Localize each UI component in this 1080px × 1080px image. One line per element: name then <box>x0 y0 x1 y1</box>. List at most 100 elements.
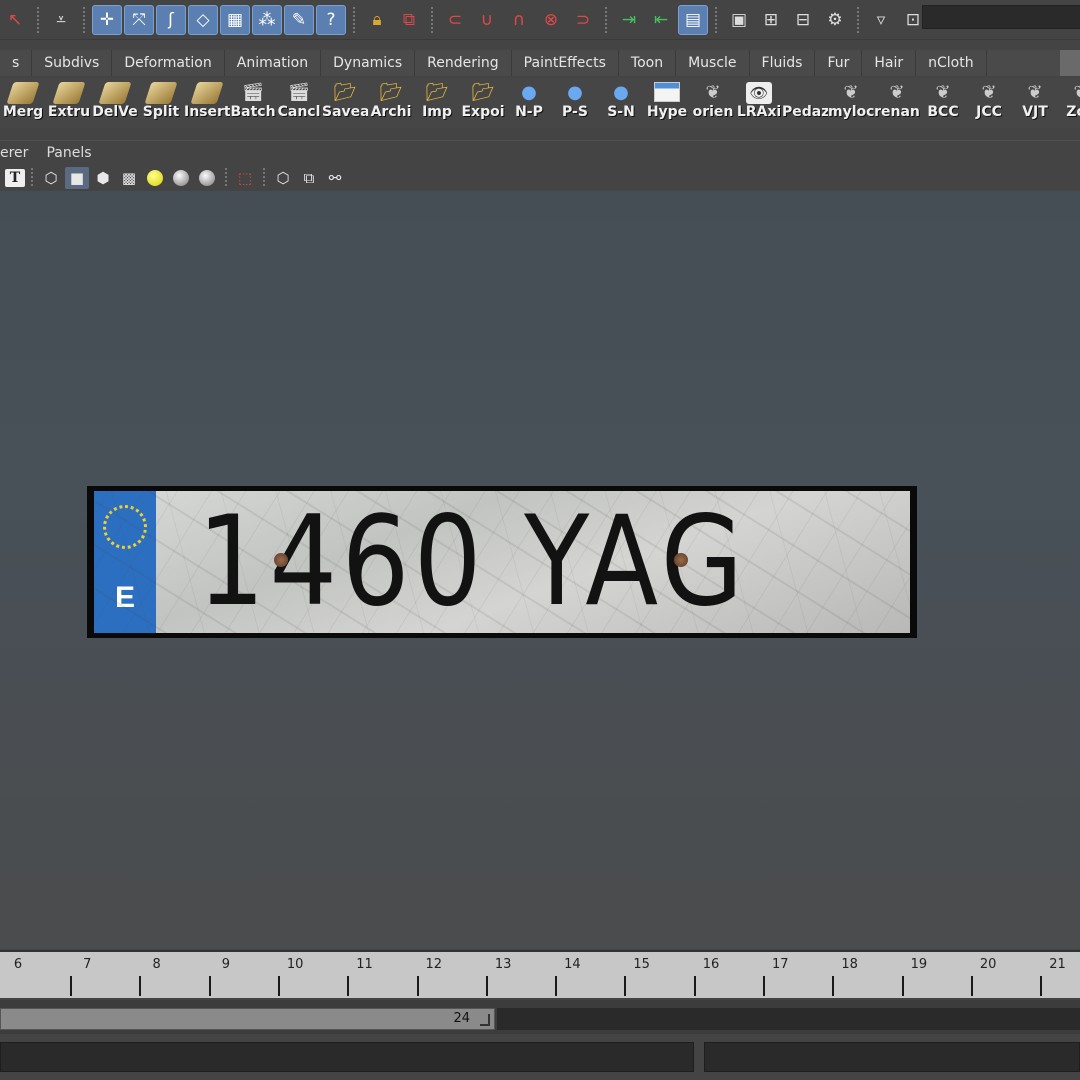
frame-label: 16 <box>702 957 720 972</box>
tab-dynamics[interactable]: Dynamics <box>321 50 416 76</box>
tab-s[interactable]: s <box>0 50 33 76</box>
shelf-button-bcc[interactable]: ❦ BCC <box>920 78 966 126</box>
snap-curve-icon[interactable]: ⤧ <box>124 4 154 35</box>
tab-fluids[interactable]: Fluids <box>750 50 816 76</box>
smooth-shade-icon[interactable]: ■ <box>65 167 89 189</box>
tab-subdivs[interactable]: Subdivs <box>32 50 113 76</box>
wireframe-cube-icon[interactable]: ⬡ <box>39 167 63 189</box>
shelf-button-hype[interactable]: Hype <box>644 78 690 126</box>
snap-surface-icon[interactable]: ◇ <box>188 4 218 35</box>
tab-animation[interactable]: Animation <box>225 50 322 76</box>
folder-icon: 📂︎ <box>425 82 449 103</box>
default-light-icon[interactable] <box>195 167 219 189</box>
shelf-button-label: Pedaz <box>782 104 828 120</box>
select-camera-icon[interactable]: ⬚ <box>233 167 257 189</box>
shelf-button-savea[interactable]: 📂︎ Savea <box>322 78 368 126</box>
tab-hair[interactable]: Hair <box>862 50 917 76</box>
shelf-tab-more[interactable] <box>1060 50 1080 76</box>
history-icon[interactable]: ⧉ <box>394 5 424 35</box>
time-slider[interactable]: 6 7 8 9 10 11 12 13 14 15 16 17 18 19 20 21 <box>0 950 1080 998</box>
shelf-button-jcc[interactable]: ❦ JCC <box>966 78 1012 126</box>
range-field[interactable] <box>497 1008 1080 1030</box>
shelf-button-p-s[interactable]: ● P-S <box>552 78 598 126</box>
magnet-icon[interactable]: ∩ <box>504 5 534 35</box>
collapse-icon[interactable]: ▿ <box>866 5 896 35</box>
tab-fur[interactable]: Fur <box>815 50 863 76</box>
ipr-render-icon[interactable]: ⊟ <box>788 5 818 35</box>
shelf-button-imp[interactable]: 📂︎ Imp <box>414 78 460 126</box>
shelf-button-n-p[interactable]: ● N-P <box>506 78 552 126</box>
shelf-button-myloc[interactable]: ❦ myloc <box>828 78 874 126</box>
blank-icon <box>792 82 818 104</box>
magnet-icon[interactable]: ∪ <box>472 5 502 35</box>
tab-painteffects[interactable]: PaintEffects <box>512 50 619 76</box>
frame-label: 14 <box>564 957 581 972</box>
tab-muscle[interactable]: Muscle <box>676 50 750 76</box>
render-view-icon[interactable]: ▣ <box>724 5 754 35</box>
shelf-button-renan[interactable]: ❦ renan <box>874 78 920 126</box>
range-track[interactable]: 24 <box>0 1008 495 1030</box>
divider <box>857 6 859 33</box>
folder-icon: 📂︎ <box>379 82 403 103</box>
shelf-button-merg[interactable]: Merg <box>0 78 46 126</box>
isolate-icon[interactable]: ⬡ <box>271 167 295 189</box>
range-handle[interactable] <box>480 1014 490 1026</box>
paint-select-icon[interactable]: ✎ <box>284 4 314 35</box>
shadow-icon[interactable] <box>169 167 193 189</box>
snap-point-icon[interactable]: ʃ <box>156 4 186 35</box>
snap-live-icon[interactable]: ⁂ <box>252 4 282 35</box>
shelf-button-insert[interactable]: Insert <box>184 78 230 126</box>
text-icon[interactable]: T <box>5 169 25 187</box>
snap-grid-icon[interactable]: ✛ <box>92 4 122 35</box>
texture-icon[interactable]: ▩ <box>117 167 141 189</box>
output-ops-icon[interactable]: ⇤ <box>646 5 676 35</box>
shelf-button-lraxi[interactable]: 👁︎ LRAxi <box>736 78 782 126</box>
shaded-wire-icon[interactable]: ⬢ <box>91 167 115 189</box>
menu-renderer[interactable]: erer <box>0 145 28 161</box>
magnet-icon[interactable]: ⊗ <box>536 5 566 35</box>
menu-panels[interactable]: Panels <box>46 145 91 161</box>
shelf-tabs: s Subdivs Deformation Animation Dynamics Rend… <box>0 50 1080 76</box>
shelf-button-s-n[interactable]: ● S-N <box>598 78 644 126</box>
shelf-button-label: Zoo <box>1066 104 1080 120</box>
attribute-editor-icon[interactable]: ▤ <box>678 4 708 35</box>
xray-icon[interactable]: ⧉ <box>297 167 321 189</box>
hypershade-graph-icon[interactable]: ⚯ <box>323 167 347 189</box>
light-icon[interactable] <box>143 167 167 189</box>
shelf-button-batch[interactable]: 🎬︎ Batch <box>230 78 276 126</box>
tab-toon[interactable]: Toon <box>619 50 677 76</box>
snap-view-icon[interactable]: ▦ <box>220 4 250 35</box>
folder-icon: 📂︎ <box>333 82 357 103</box>
hierarchy-icon[interactable]: ⩡ <box>46 5 76 35</box>
render-settings-icon[interactable]: ⚙︎ <box>820 5 850 35</box>
frame-label: 6 <box>13 957 23 972</box>
shelf-button-vjt[interactable]: ❦ VJT <box>1012 78 1058 126</box>
shelf-button-zoo[interactable]: ❦Zoo <box>1058 78 1080 126</box>
select-tool-icon[interactable]: ↖ <box>0 5 30 35</box>
name-field[interactable] <box>922 5 1080 29</box>
input-ops-icon[interactable]: ⇥ <box>614 5 644 35</box>
help-icon[interactable]: ? <box>316 4 346 35</box>
tab-deformation[interactable]: Deformation <box>112 50 225 76</box>
viewport[interactable]: E 1460 YAG <box>0 191 1080 949</box>
magnet-icon[interactable]: ⊃ <box>568 5 598 35</box>
render-icon[interactable]: ⊞ <box>756 5 786 35</box>
tab-rendering[interactable]: Rendering <box>415 50 512 76</box>
shelf-button-label: Cancl <box>277 104 321 120</box>
shelf-button-extru[interactable]: Extru <box>46 78 92 126</box>
shelf-button-cancl[interactable]: 🎬︎ Cancl <box>276 78 322 126</box>
divider <box>83 6 85 33</box>
shelf-button-pedaz[interactable]: Pedaz <box>782 78 828 126</box>
lock-icon[interactable]: 🔒︎ <box>362 5 392 35</box>
frame-label: 13 <box>494 957 512 972</box>
shelf-button-orien[interactable]: ❦ orien <box>690 78 736 126</box>
license-plate[interactable]: E 1460 YAG <box>87 486 917 638</box>
shelf-button-delve[interactable]: DelVe <box>92 78 138 126</box>
construction-history-icon[interactable]: ⊂ <box>440 5 470 35</box>
shelf-button-label: renan <box>874 104 920 120</box>
shelf-button-expoi[interactable]: 📂︎ Expoi <box>460 78 506 126</box>
shelf-button-archi[interactable]: 📂︎ Archi <box>368 78 414 126</box>
shelf-button-split[interactable]: Split <box>138 78 184 126</box>
command-input[interactable] <box>0 1042 694 1072</box>
tab-ncloth[interactable]: nCloth <box>916 50 987 76</box>
